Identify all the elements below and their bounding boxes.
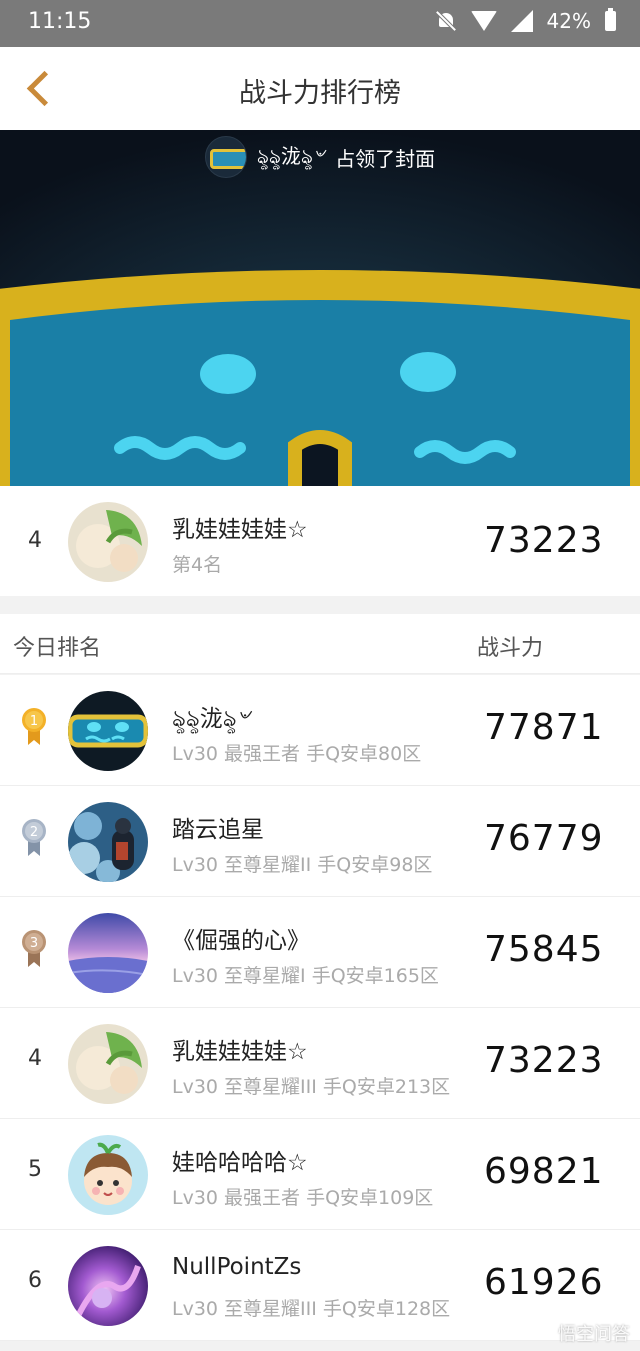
player-info: Lv30 最强王者 手Q安卓80区 [172, 743, 422, 765]
avatar [68, 802, 148, 882]
player-info: Lv30 最强王者 手Q安卓109区 [172, 1187, 434, 1209]
svg-text:3: 3 [30, 936, 38, 951]
ranking-row-2[interactable]: 2 踏云追星 Lv30 至尊星耀II 手Q安卓98区 76779 [0, 786, 640, 897]
nav-bar: 战斗力排行榜 [0, 47, 640, 130]
combat-power: 73223 [484, 1040, 604, 1081]
battery-icon [605, 8, 616, 31]
my-rank-card[interactable]: 4 乳娃娃娃娃☆ 第4名 73223 [0, 486, 640, 596]
cover-banner[interactable]: ৡৡ泷ৡ৺ 占领了封面 [0, 130, 640, 486]
combat-power: 61926 [484, 1262, 604, 1303]
bronze-medal-icon: 3 [21, 929, 47, 969]
page-title: 战斗力排行榜 [239, 78, 401, 109]
status-bar: 11:15 42% [0, 0, 640, 47]
ranking-row-5[interactable]: 5 娃哈哈哈哈☆ Lv30 最强王者 手Q安卓109区 69821 [0, 1119, 640, 1230]
combat-power-label: 战斗力 [477, 636, 544, 661]
ranking-row-1[interactable]: 1 ৡৡ泷ৡ৺ Lv30 最强王者 手Q安卓80区 77871 [0, 675, 640, 786]
player-name: 踏云追星 [172, 817, 264, 843]
player-info: Lv30 至尊星耀III 手Q安卓213区 [172, 1076, 451, 1098]
cover-image [0, 130, 640, 486]
today-ranking-label: 今日排名 [13, 636, 102, 661]
gold-medal-icon: 1 [21, 707, 47, 747]
silver-medal-icon: 2 [21, 818, 47, 858]
ranking-row-6[interactable]: 6 NullPointZs Lv30 至尊星耀III 手Q安卓128区 6192… [0, 1230, 640, 1341]
ranking-list: 1 ৡৡ泷ৡ৺ Lv30 最强王者 手Q安卓80区 77871 2 踏云追星 L… [0, 675, 640, 1341]
rank-number: 5 [28, 1157, 42, 1182]
ranking-row-4[interactable]: 4 乳娃娃娃娃☆ Lv30 至尊星耀III 手Q安卓213区 73223 [0, 1008, 640, 1119]
avatar [68, 1135, 148, 1215]
player-name: 娃哈哈哈哈☆ [172, 1150, 308, 1176]
player-name: ৡৡ泷ৡ৺ [172, 706, 251, 732]
ranking-row-3[interactable]: 3 《倔强的心》 Lv30 至尊星耀I 手Q安卓165区 75845 [0, 897, 640, 1008]
cover-caption: ৡৡ泷ৡ৺ 占领了封面 [0, 136, 640, 178]
my-score: 73223 [484, 520, 604, 561]
avatar [68, 1246, 148, 1326]
player-info: Lv30 至尊星耀I 手Q安卓165区 [172, 965, 439, 987]
battery-percent: 42% [546, 9, 591, 33]
player-name: 《倔强的心》 [172, 928, 310, 954]
svg-text:2: 2 [30, 825, 38, 840]
cover-owner-avatar [204, 136, 247, 178]
watermark: 悟空问答 [558, 1324, 630, 1345]
svg-text:1: 1 [30, 714, 38, 729]
player-name: NullPointZs [172, 1254, 302, 1280]
combat-power: 77871 [484, 707, 604, 748]
avatar [68, 691, 148, 771]
cover-owner-name: ৡৡ泷ৡ৺ [256, 143, 326, 168]
combat-power: 75845 [484, 929, 604, 970]
player-name: 乳娃娃娃娃☆ [172, 1039, 308, 1065]
cover-caption-text: 占领了封面 [335, 146, 436, 171]
combat-power: 69821 [484, 1151, 604, 1192]
status-time: 11:15 [28, 9, 92, 34]
notifications-off-icon [435, 10, 457, 32]
player-info: Lv30 至尊星耀II 手Q安卓98区 [172, 854, 433, 876]
my-player-name: 乳娃娃娃娃☆ [172, 517, 308, 543]
player-info: Lv30 至尊星耀III 手Q安卓128区 [172, 1298, 451, 1320]
rank-number: 4 [28, 1046, 42, 1071]
avatar [68, 502, 148, 582]
wifi-icon [470, 11, 497, 31]
avatar [68, 1024, 148, 1104]
rank-number: 6 [28, 1268, 42, 1293]
my-rank-label: 第4名 [172, 554, 223, 576]
status-icons: 42% [435, 8, 616, 33]
signal-icon [510, 10, 533, 32]
avatar [68, 913, 148, 993]
combat-power: 76779 [484, 818, 604, 859]
ranking-header: 今日排名 战斗力 [0, 614, 640, 674]
my-rank-number: 4 [28, 528, 42, 553]
